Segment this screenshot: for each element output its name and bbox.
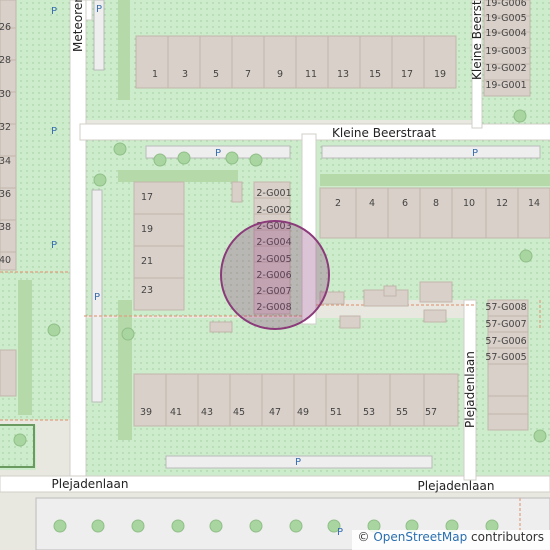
garage-number: 19-G006 bbox=[485, 0, 526, 9]
map-canvas[interactable]: P P P P P P P P P Kleine Beerstraat Mete… bbox=[0, 0, 550, 550]
house-number: 34 bbox=[0, 156, 11, 167]
garage-number: 19-G005 bbox=[485, 13, 526, 24]
attribution-suffix: contributors bbox=[467, 530, 544, 544]
house-number: 17 bbox=[401, 69, 413, 80]
house-number: 41 bbox=[170, 407, 182, 418]
street-name-plejadenlaan-right: Plejadenlaan bbox=[418, 479, 495, 493]
house-number: 30 bbox=[0, 89, 11, 100]
garage-number: 57-G008 bbox=[485, 302, 526, 313]
house-number: 3 bbox=[182, 69, 188, 80]
garage-number: 19-G004 bbox=[485, 28, 526, 39]
house-number: 49 bbox=[297, 407, 309, 418]
location-highlight-marker[interactable] bbox=[220, 220, 330, 330]
street-name-plejadenlaan-left: Plejadenlaan bbox=[52, 477, 129, 491]
house-number: 32 bbox=[0, 122, 11, 133]
parking-label: P bbox=[96, 4, 102, 15]
parking-label: P bbox=[337, 527, 343, 538]
house-number: 17 bbox=[141, 192, 153, 203]
house-number: 1 bbox=[152, 69, 158, 80]
house-number: 19 bbox=[434, 69, 446, 80]
openstreetmap-link[interactable]: OpenStreetMap bbox=[373, 530, 467, 544]
house-number: 39 bbox=[140, 407, 152, 418]
house-number: 15 bbox=[369, 69, 381, 80]
house-number: 53 bbox=[363, 407, 375, 418]
house-number: 7 bbox=[245, 69, 251, 80]
parking-label: P bbox=[295, 457, 301, 468]
house-number: 51 bbox=[330, 407, 342, 418]
garage-number: 19-G002 bbox=[485, 63, 526, 74]
house-number: 6 bbox=[402, 198, 408, 209]
garage-number: 57-G006 bbox=[485, 336, 526, 347]
parking-label: P bbox=[472, 148, 478, 159]
street-name-meteorenlaan: Meteoren bbox=[71, 0, 85, 52]
street-name-plejadenlaan-vertical: Plejadenlaan bbox=[463, 351, 477, 428]
garage-number: 19-G003 bbox=[485, 46, 526, 57]
parking-label: P bbox=[51, 6, 57, 17]
house-number: 19 bbox=[141, 224, 153, 235]
garage-number: 2-G002 bbox=[256, 205, 291, 216]
map-attribution: © OpenStreetMap contributors bbox=[351, 530, 550, 550]
house-number: 2 bbox=[335, 198, 341, 209]
house-number: 40 bbox=[0, 255, 11, 266]
house-number: 11 bbox=[305, 69, 317, 80]
copyright-symbol: © bbox=[357, 530, 370, 544]
house-number: 43 bbox=[201, 407, 213, 418]
house-number: 45 bbox=[233, 407, 245, 418]
house-number: 13 bbox=[337, 69, 349, 80]
garage-number: 2-G001 bbox=[256, 188, 291, 199]
house-number: 14 bbox=[528, 198, 540, 209]
house-number: 38 bbox=[0, 222, 11, 233]
house-number: 36 bbox=[0, 189, 11, 200]
house-number: 12 bbox=[496, 198, 508, 209]
house-number: 28 bbox=[0, 55, 11, 66]
house-number: 5 bbox=[213, 69, 219, 80]
parking-label: P bbox=[94, 292, 100, 303]
house-number: 55 bbox=[396, 407, 408, 418]
garage-number: 19-G001 bbox=[485, 80, 526, 91]
house-number: 47 bbox=[269, 407, 281, 418]
house-number: 23 bbox=[141, 285, 153, 296]
garage-number: 57-G005 bbox=[485, 352, 526, 363]
house-number: 4 bbox=[369, 198, 375, 209]
parking-label: P bbox=[51, 240, 57, 251]
house-number: 10 bbox=[463, 198, 475, 209]
parking-label: P bbox=[51, 126, 57, 137]
map-view[interactable]: P P P P P P P P P Kleine Beerstraat Mete… bbox=[0, 0, 550, 550]
garage-number: 57-G007 bbox=[485, 319, 526, 330]
parking-label: P bbox=[215, 148, 221, 159]
house-number: 57 bbox=[425, 407, 437, 418]
street-name-kleine-beerstraat-vertical: Kleine Beerstr bbox=[470, 0, 484, 80]
house-number: 21 bbox=[141, 256, 153, 267]
house-number: 8 bbox=[433, 198, 439, 209]
house-number: 9 bbox=[277, 69, 283, 80]
street-name-kleine-beerstraat: Kleine Beerstraat bbox=[332, 126, 436, 140]
house-number: 26 bbox=[0, 22, 11, 33]
